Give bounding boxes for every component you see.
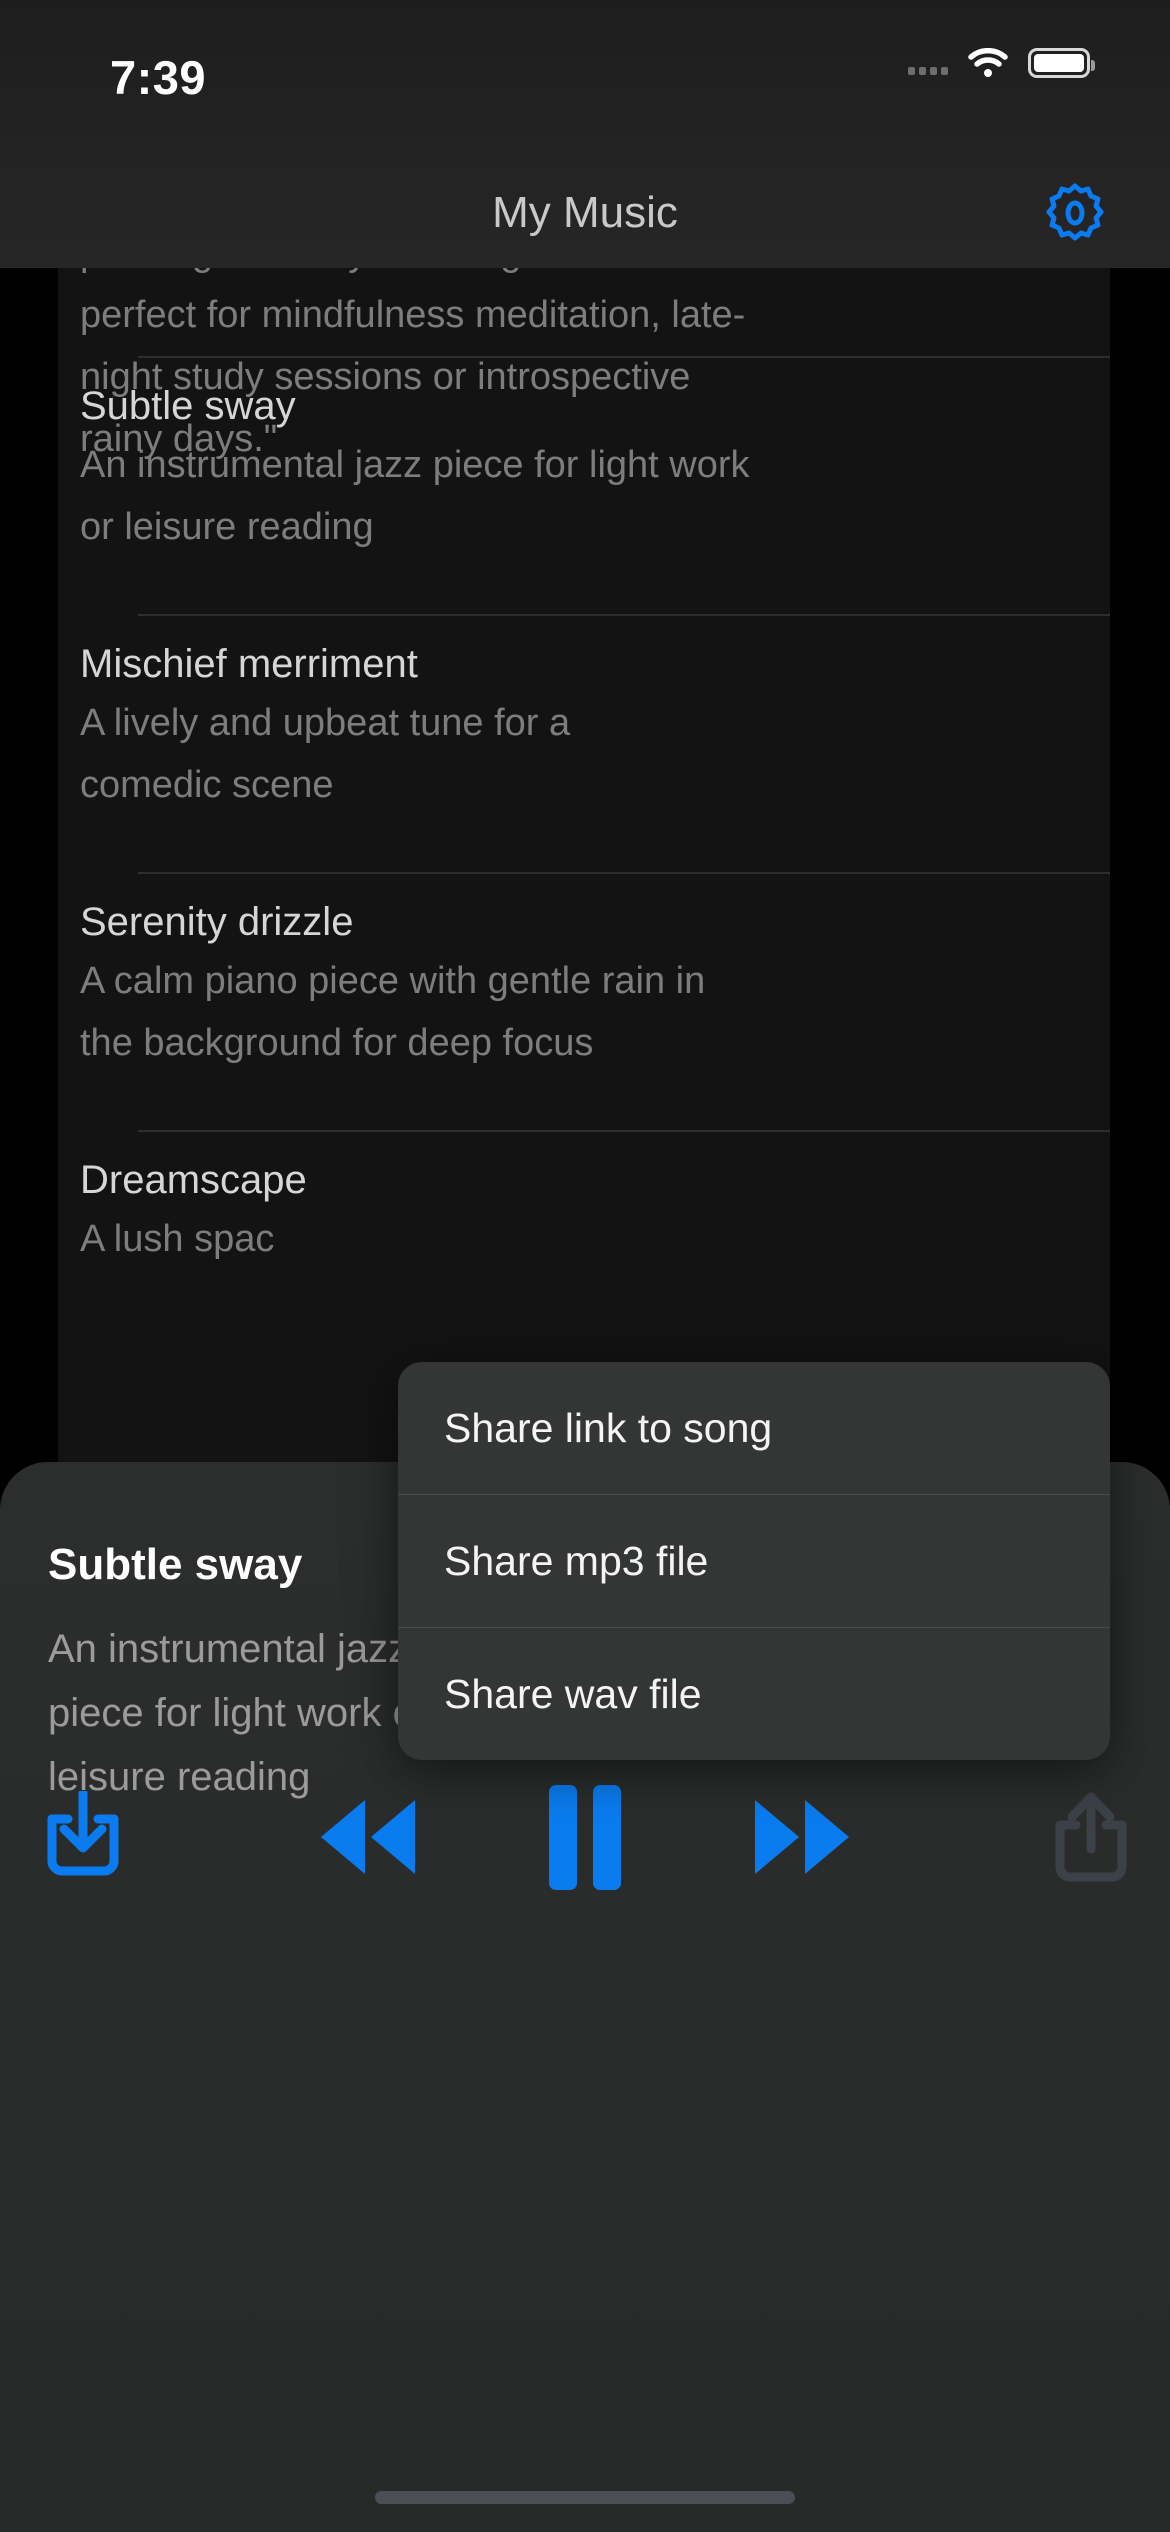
phone-screen: painting serenely soothing audio tables … (0, 0, 1170, 2532)
menu-item-share-wav[interactable]: Share wav file (398, 1628, 1110, 1760)
home-indicator[interactable] (375, 2491, 795, 2504)
menu-item-share-mp3[interactable]: Share mp3 file (398, 1495, 1110, 1627)
now-playing-title: Subtle sway (48, 1540, 303, 1589)
page-title: My Music (492, 188, 678, 237)
playback-controls (0, 1772, 1170, 1902)
list-divider (138, 1130, 1110, 1132)
battery-full-icon (1028, 48, 1095, 78)
list-divider (138, 872, 1110, 874)
list-item[interactable]: Serenity drizzle A calm piano piece with… (58, 894, 1110, 1074)
play-pause-button[interactable] (520, 1772, 650, 1902)
gear-icon (1046, 183, 1104, 241)
rewind-icon (321, 1800, 415, 1874)
fast-forward-button[interactable] (737, 1772, 867, 1902)
clipped-line: perfect for mindfulness meditation, late… (80, 294, 746, 336)
song-subtitle-line: A calm piano piece with gentle rain in (80, 960, 706, 1002)
song-title: Dreamscape (80, 1158, 307, 1202)
status-indicators (908, 48, 1095, 78)
share-button[interactable] (1026, 1772, 1156, 1902)
download-icon (47, 1791, 119, 1876)
song-title: Mischief merriment (80, 642, 418, 686)
list-item[interactable]: Dreamscape A lush spac (58, 1152, 1110, 1270)
song-subtitle-line: or leisure reading (80, 506, 374, 548)
song-subtitle-line: A lush spac (80, 1218, 275, 1260)
share-context-menu: Share link to song Share mp3 file Share … (398, 1362, 1110, 1760)
list-divider (138, 614, 1110, 616)
cellular-dots-icon (908, 51, 948, 75)
status-time: 7:39 (110, 51, 207, 104)
download-button[interactable] (18, 1772, 148, 1902)
list-item[interactable]: Mischief merriment A lively and upbeat t… (58, 636, 1110, 816)
song-subtitle-line: comedic scene (80, 764, 334, 806)
song-subtitle-line: the background for deep focus (80, 1022, 594, 1064)
pause-icon (549, 1784, 621, 1890)
clipped-line: painting serenely soothing audio tables (80, 268, 1088, 284)
list-divider (138, 356, 1110, 358)
song-subtitle-line: A lively and upbeat tune for a (80, 702, 571, 744)
fast-forward-icon (755, 1800, 849, 1874)
song-subtitle-line: An instrumental jazz piece for light wor… (80, 444, 750, 486)
status-bar: 7:39 (0, 0, 1170, 150)
wifi-icon (968, 48, 1008, 78)
song-title: Serenity drizzle (80, 900, 354, 944)
song-title: Subtle sway (80, 384, 296, 428)
rewind-button[interactable] (303, 1772, 433, 1902)
list-item[interactable]: Subtle sway An instrumental jazz piece f… (58, 378, 1110, 558)
navigation-bar: My Music (0, 150, 1170, 268)
share-icon (1055, 1792, 1127, 1882)
settings-button[interactable] (1042, 180, 1108, 246)
menu-item-share-link[interactable]: Share link to song (398, 1362, 1110, 1494)
